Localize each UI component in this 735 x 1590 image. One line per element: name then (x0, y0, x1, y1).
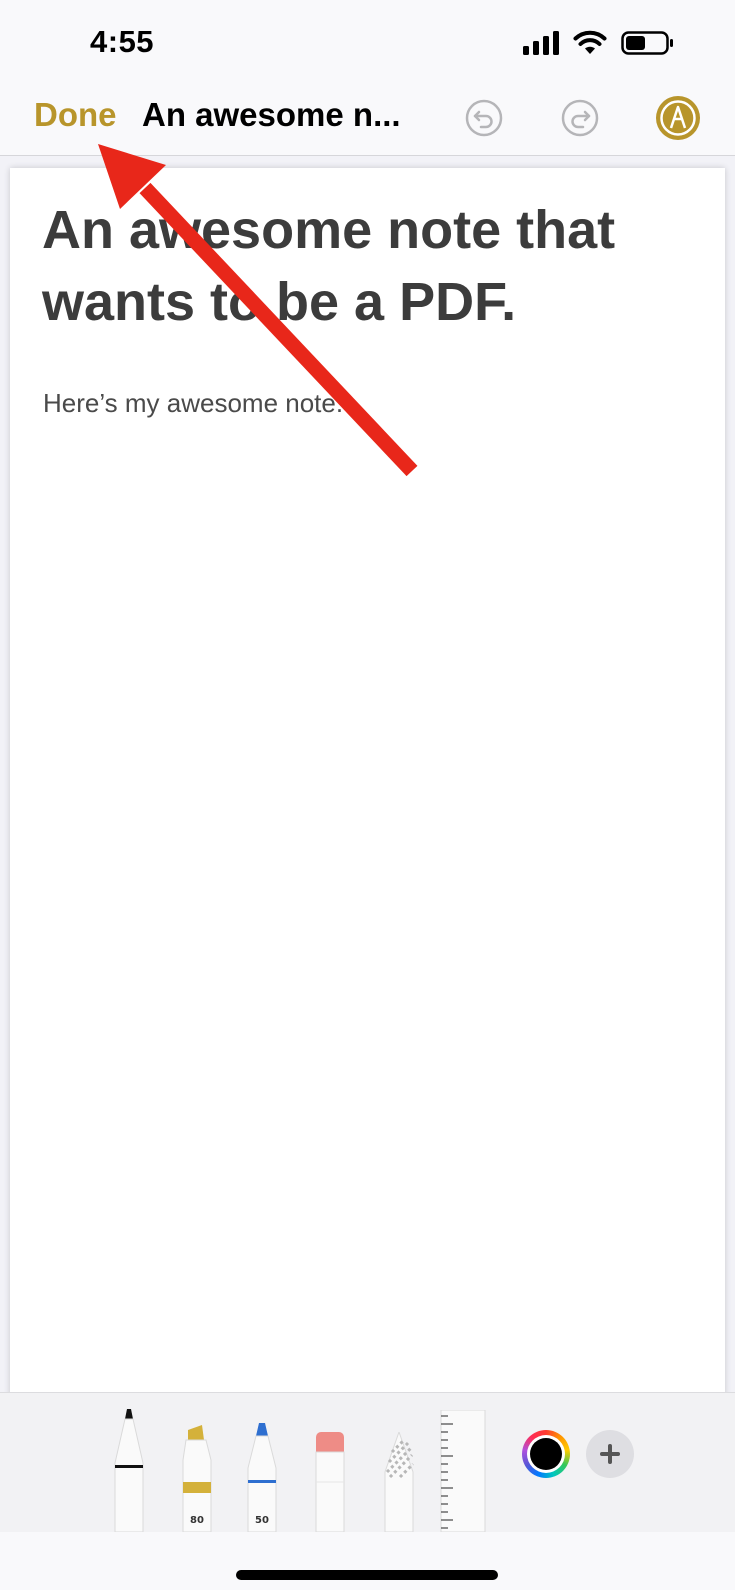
home-indicator[interactable] (236, 1570, 498, 1580)
markup-button[interactable] (655, 95, 701, 141)
tool-palette: 80 50 (0, 1392, 735, 1533)
note-title[interactable]: An awesome note that wants to be a PDF. (42, 194, 702, 338)
redo-button[interactable] (560, 98, 600, 138)
pencil-tool[interactable]: 50 (247, 1422, 277, 1533)
pen-icon (114, 1409, 144, 1533)
lasso-icon (384, 1430, 415, 1533)
highlighter-tool[interactable]: 80 (182, 1424, 212, 1533)
pen-tool[interactable] (114, 1407, 144, 1533)
eraser-tool[interactable] (315, 1432, 345, 1533)
highlighter-width: 80 (190, 1515, 204, 1526)
status-icons (523, 30, 675, 56)
undo-icon (465, 99, 503, 137)
color-picker-ring (527, 1435, 565, 1473)
current-color-swatch (530, 1438, 562, 1470)
battery-icon (621, 31, 673, 55)
pencil-width: 50 (255, 1515, 269, 1526)
note-body[interactable]: Here’s my awesome note. (43, 388, 343, 419)
done-button[interactable]: Done (34, 96, 117, 134)
ruler-icon (440, 1409, 486, 1533)
note-page[interactable]: An awesome note that wants to be a PDF. … (10, 168, 725, 1403)
cellular-signal-icon (523, 31, 559, 55)
wifi-icon (573, 30, 607, 54)
status-time: 4:55 (90, 24, 155, 59)
home-area (0, 1532, 735, 1590)
markup-pen-icon (656, 96, 700, 140)
nav-bar: Done An awesome n... (0, 82, 735, 156)
status-bar: 4:55 (0, 0, 735, 82)
nav-title: An awesome n... (142, 96, 401, 133)
redo-icon (561, 99, 599, 137)
ruler-tool[interactable] (440, 1409, 486, 1533)
lasso-tool[interactable] (384, 1430, 415, 1533)
add-tool-button[interactable] (586, 1430, 634, 1478)
undo-button[interactable] (464, 98, 504, 138)
color-picker[interactable] (522, 1430, 570, 1478)
eraser-icon (315, 1432, 345, 1533)
